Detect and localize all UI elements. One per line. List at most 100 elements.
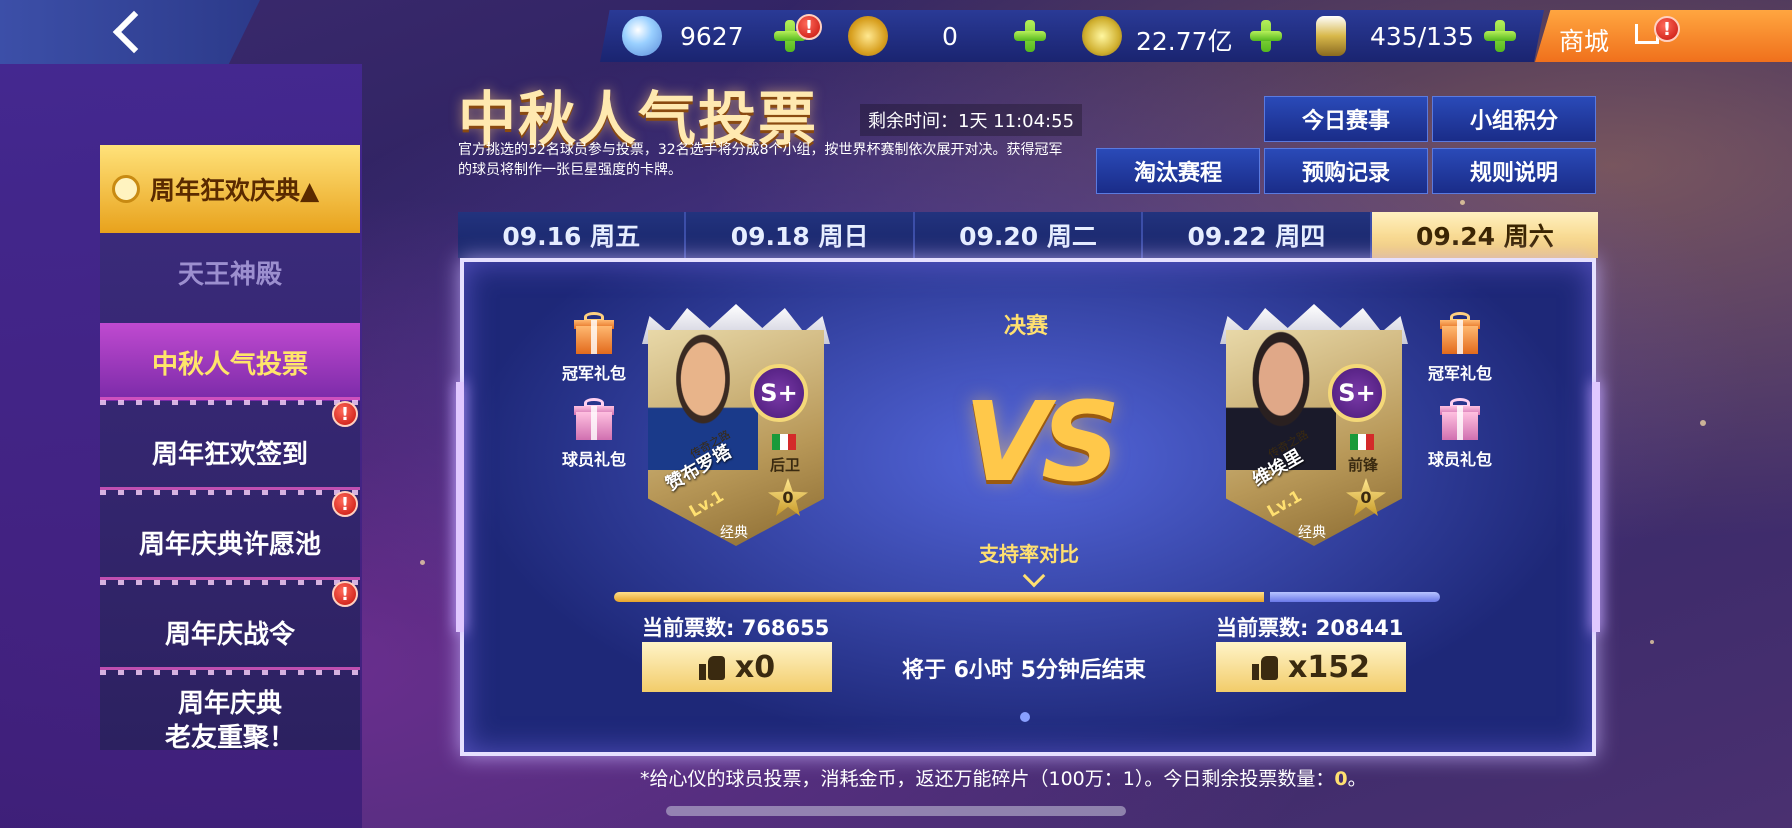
event-timer: 剩余时间：1天 11:04:55	[860, 104, 1083, 136]
page-indicator-dot[interactable]	[1020, 712, 1030, 722]
support-ratio-bar	[614, 592, 1440, 602]
stage-label: 决赛	[1004, 314, 1049, 339]
energy-value: 435/135	[1370, 22, 1474, 51]
light-strip	[100, 487, 360, 495]
vote-right-button[interactable]: x152	[1216, 642, 1406, 692]
energy-can-icon	[1316, 16, 1346, 56]
back-button[interactable]	[0, 0, 260, 64]
match-panel: 决赛 VS 冠军礼包 球员礼包 S+ 后卫 传奇之路 赞布罗塔 Lv.1 0 经…	[456, 258, 1600, 756]
sidebar-item-label: 周年庆典许愿池	[138, 529, 321, 560]
light-strip	[100, 577, 360, 585]
add-coin-button[interactable]	[1246, 16, 1286, 56]
sidebar-item-label: 天王神殿	[177, 259, 282, 290]
chevron-left-icon	[112, 10, 156, 54]
support-ratio-left	[614, 592, 1265, 602]
alert-badge: !	[332, 491, 358, 517]
tab-0920[interactable]: 09.20 周二	[914, 212, 1144, 258]
sidebar-item-battle-pass[interactable]: 周年庆战令 !	[100, 581, 360, 675]
tab-0916[interactable]: 09.16 周五	[458, 212, 687, 258]
tab-0918[interactable]: 09.18 周日	[686, 212, 915, 258]
italy-flag-icon	[772, 434, 796, 450]
vote-right-count: x152	[1288, 649, 1370, 685]
player-gift-label: 球员礼包	[561, 450, 626, 469]
diamond-alert-badge: !	[796, 14, 822, 40]
footer-note: *给心仪的球员投票，消耗金币，返还万能碎片（100万：1）。今日剩余投票数量：0…	[640, 764, 1367, 791]
player-card-left[interactable]: S+ 后卫 传奇之路 赞布罗塔 Lv.1 0 经典	[642, 304, 830, 550]
sidebar-item-midautumn-vote[interactable]: 中秋人气投票	[100, 323, 360, 405]
silver-coin-resource: 22.77亿	[1060, 10, 1310, 62]
sidebar-item-checkin[interactable]: 周年狂欢签到 !	[100, 401, 360, 495]
card-type: 经典	[720, 525, 748, 541]
football-icon	[112, 175, 140, 203]
diamond-icon	[622, 16, 662, 56]
sidebar-item-reunion[interactable]: 周年庆典 老友重聚！	[100, 683, 360, 750]
tab-0924[interactable]: 09.24 周六	[1371, 212, 1599, 258]
light-strip	[100, 667, 360, 675]
gold-coin-icon	[848, 16, 888, 56]
sparkle	[1700, 420, 1706, 426]
alert-badge: !	[332, 581, 358, 607]
sidebar-item-label: 周年狂欢签到	[151, 439, 308, 470]
add-energy-button[interactable]	[1480, 16, 1520, 56]
champion-gift-label: 冠军礼包	[1427, 364, 1492, 383]
group-points-button[interactable]: 小组积分	[1432, 96, 1596, 142]
sidebar-item-label: 周年庆战令	[164, 619, 295, 650]
left-vote-count: 当前票数: 768655	[642, 616, 830, 640]
champion-gift-icon[interactable]	[574, 312, 614, 356]
diamond-value: 9627	[680, 22, 744, 51]
sidebar-item-tianwang[interactable]: 天王神殿	[100, 233, 360, 311]
silver-coin-icon	[1082, 16, 1122, 56]
presale-record-button[interactable]: 预购记录	[1264, 148, 1428, 194]
player-gift-label: 球员礼包	[1427, 450, 1492, 469]
shop-alert-badge: !	[1654, 16, 1680, 42]
light-strip	[100, 397, 360, 405]
footer-note-suffix: 。	[1347, 768, 1367, 790]
alert-badge: !	[332, 401, 358, 427]
card-type: 经典	[1298, 525, 1326, 541]
add-gold-button[interactable]	[1010, 16, 1050, 56]
energy-resource: 435/135	[1294, 10, 1544, 62]
right-vote-count: 当前票数: 208441	[1216, 616, 1404, 640]
support-ratio-right	[1270, 592, 1440, 602]
vote-left-count: x0	[734, 649, 776, 685]
champion-gift-label: 冠军礼包	[561, 364, 626, 383]
knockout-schedule-button[interactable]: 淘汰赛程	[1096, 148, 1260, 194]
sparkle	[1650, 640, 1654, 644]
today-matches-button[interactable]: 今日赛事	[1264, 96, 1428, 142]
remaining-votes: 0	[1334, 768, 1348, 790]
sidebar-item-wishing-pool[interactable]: 周年庆典许愿池 !	[100, 491, 360, 585]
home-indicator[interactable]	[666, 806, 1126, 816]
thumbs-up-icon	[698, 654, 725, 680]
sidebar-item-label: 周年庆典 老友重聚！	[164, 689, 295, 750]
panel-glow-right	[1592, 382, 1600, 632]
silver-coin-value: 22.77亿	[1136, 27, 1233, 56]
sidebar-section-header[interactable]: 周年狂欢庆典▲	[100, 145, 360, 233]
sparkle	[420, 560, 425, 565]
player-position: 后卫	[770, 456, 801, 474]
thumbs-up-icon	[1252, 654, 1278, 680]
rules-button[interactable]: 规则说明	[1432, 148, 1596, 194]
grade-badge: S+	[1328, 364, 1386, 422]
player-card-right[interactable]: S+ 前锋 传奇之路 维埃里 Lv.1 0 经典	[1220, 304, 1408, 550]
sparkle	[1460, 200, 1465, 205]
date-tabs: 09.16 周五 09.18 周日 09.20 周二 09.22 周四 09.2…	[458, 212, 1599, 258]
player-position: 前锋	[1348, 456, 1379, 474]
tab-0922[interactable]: 09.22 周四	[1143, 212, 1372, 258]
gold-coin-value: 0	[942, 22, 958, 51]
chevron-down-icon	[1022, 564, 1046, 588]
panel-glow-left	[456, 382, 464, 632]
player-gift-icon[interactable]	[1440, 398, 1480, 442]
support-ratio-label: 支持率对比	[979, 542, 1079, 566]
gold-coin-resource: 0	[826, 10, 1076, 62]
sidebar-item-label: 中秋人气投票	[151, 349, 308, 380]
event-description: 官方挑选的32名球员参与投票，32名选手将分成8个小组，按世界杯赛制依次展开对决…	[458, 142, 1063, 178]
footer-note-text: *给心仪的球员投票，消耗金币，返还万能碎片（100万：1）。今日剩余投票数量：	[640, 768, 1335, 790]
vote-left-button[interactable]: x0	[642, 642, 832, 692]
sidebar-header-label: 周年狂欢庆典▲	[150, 176, 320, 205]
match-end-countdown: 将于 6小时 5分钟后结束	[902, 658, 1146, 683]
shop-label: 商城	[1559, 27, 1610, 56]
champion-gift-icon[interactable]	[1440, 312, 1480, 356]
player-gift-icon[interactable]	[574, 398, 614, 442]
italy-flag-icon	[1350, 434, 1374, 450]
grade-badge: S+	[750, 364, 808, 422]
